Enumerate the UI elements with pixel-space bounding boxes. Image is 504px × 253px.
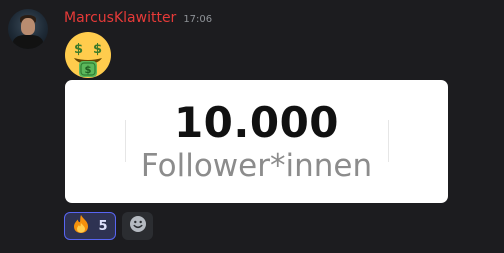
add-reaction-button[interactable] xyxy=(122,212,153,240)
money-mouth-face-icon: $ $ $ xyxy=(64,31,112,79)
svg-text:$: $ xyxy=(85,65,92,76)
author-avatar[interactable] xyxy=(8,9,48,49)
avatar-body xyxy=(13,35,43,49)
follower-count: 10.000 xyxy=(173,98,340,147)
message-header: MarcusKlawitter 17:06 xyxy=(64,10,212,26)
avatar-face xyxy=(21,18,35,35)
follower-milestone-card: 10.000 Follower*innen xyxy=(65,80,448,203)
message-timestamp[interactable]: 17:06 xyxy=(183,14,212,25)
author-username[interactable]: MarcusKlawitter xyxy=(64,10,176,26)
reaction-count: 5 xyxy=(98,218,108,234)
fire-icon xyxy=(72,214,90,238)
follower-label: Follower*innen xyxy=(140,148,373,184)
svg-text:$: $ xyxy=(93,42,102,57)
reaction-fire[interactable]: 5 xyxy=(64,212,116,240)
svg-text:$: $ xyxy=(74,42,83,57)
smiley-add-icon xyxy=(129,215,147,237)
